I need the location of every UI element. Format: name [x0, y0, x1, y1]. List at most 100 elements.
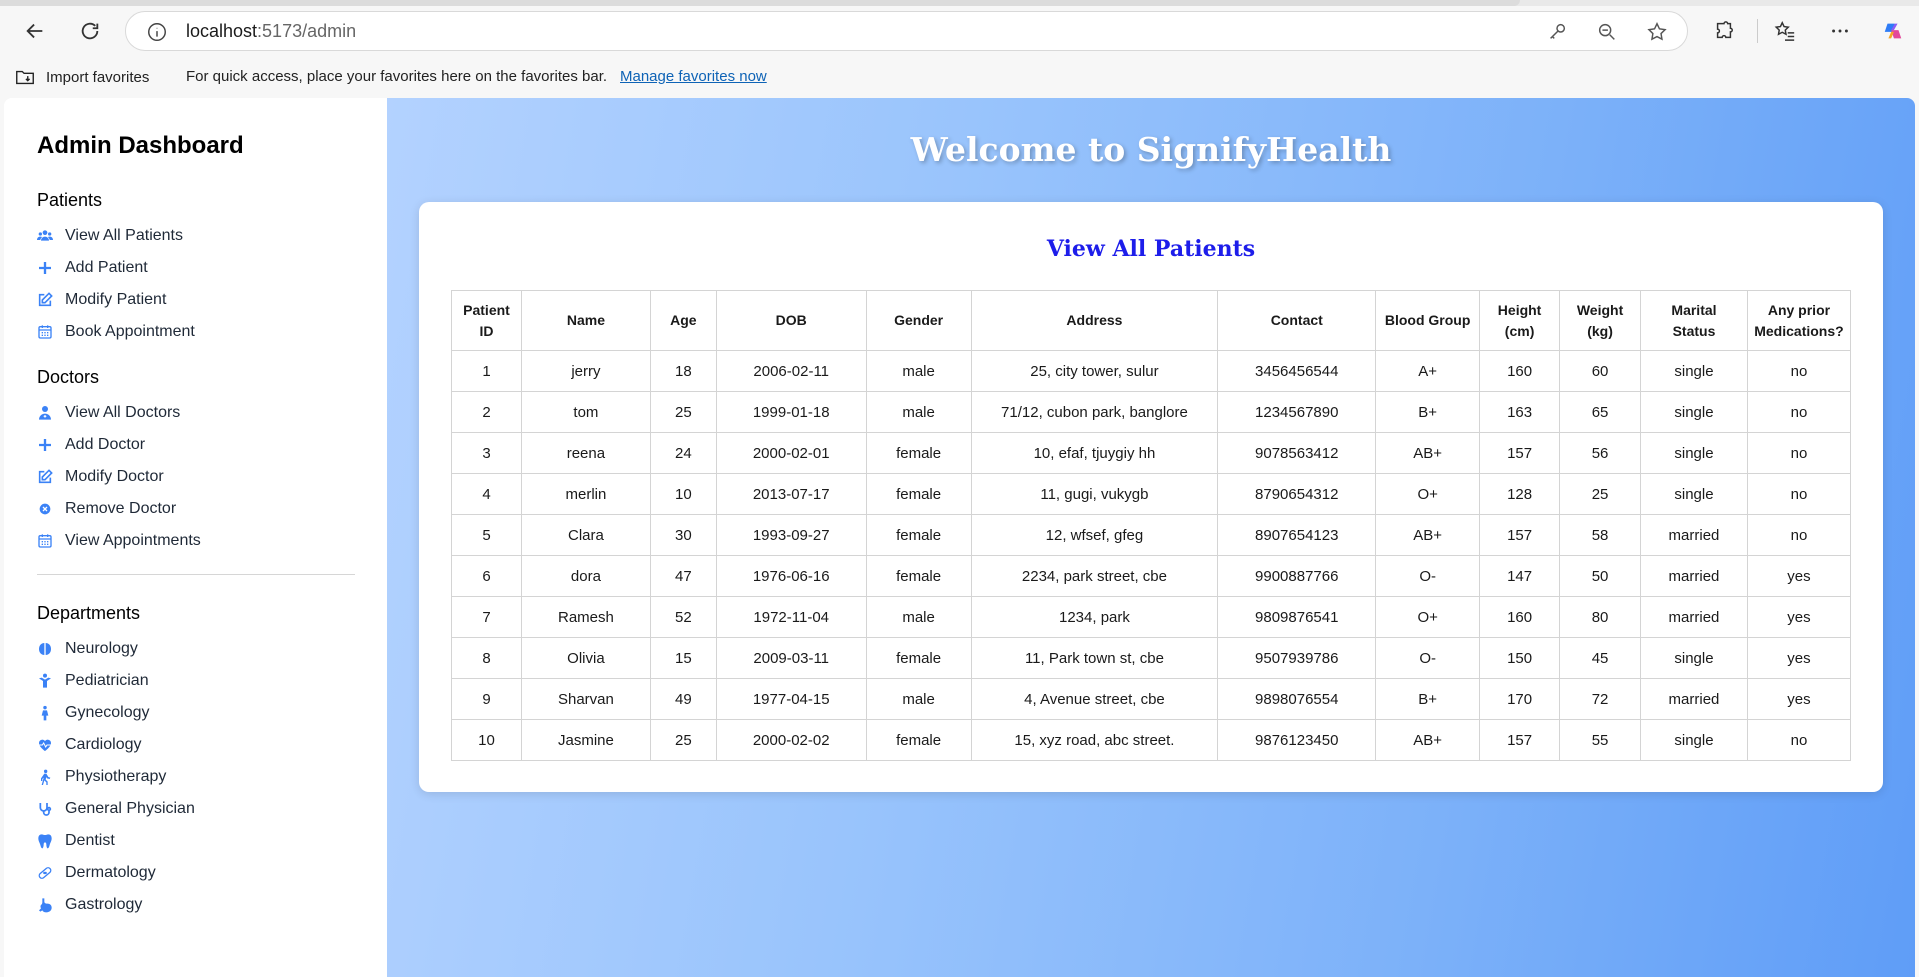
- sidebar-item-cardiology[interactable]: Cardiology: [37, 729, 355, 761]
- sidebar-item-physiotherapy[interactable]: Physiotherapy: [37, 761, 355, 793]
- sidebar-item-book-appointment[interactable]: Book Appointment: [37, 316, 355, 348]
- table-cell: no: [1746, 473, 1852, 515]
- sidebar-item-view-appointments[interactable]: View Appointments: [37, 525, 355, 557]
- more-button[interactable]: [1823, 14, 1857, 48]
- sidebar-item-label: Dentist: [65, 832, 115, 849]
- extensions-button[interactable]: [1707, 14, 1741, 48]
- sidebar-item-neurology[interactable]: Neurology: [37, 633, 355, 665]
- sidebar-item-label: View Appointments: [65, 532, 201, 549]
- zoom-out-icon[interactable]: [1596, 21, 1618, 43]
- stomach-icon: [37, 897, 53, 913]
- table-cell: 160: [1479, 350, 1561, 392]
- table-cell: female: [865, 432, 972, 474]
- edit-icon: [37, 292, 53, 308]
- column-header-text: Name: [566, 312, 605, 328]
- table-cell: female: [865, 514, 972, 556]
- table-cell: female: [865, 473, 972, 515]
- table-cell: 80: [1559, 596, 1642, 638]
- table-cell: 8790654312: [1217, 473, 1377, 515]
- column-header-text: Gender: [894, 312, 944, 328]
- column-header: Age: [649, 290, 717, 351]
- table-cell: 150: [1479, 637, 1561, 679]
- favorites-button[interactable]: [1768, 14, 1802, 48]
- table-body: 1 jerry 18 2006-02-11 male 25, city tower, su…: [451, 350, 1852, 761]
- table-cell: 1234567890: [1217, 391, 1377, 433]
- table-cell: 157: [1479, 514, 1561, 556]
- address-bar[interactable]: localhost:5173/admin: [125, 11, 1688, 51]
- sidebar-item-label: Neurology: [65, 640, 138, 657]
- table-cell: 15, xyz road, abc street.: [970, 719, 1219, 761]
- sidebar-item-dermatology[interactable]: Dermatology: [37, 857, 355, 889]
- import-favorites-button[interactable]: Import favorites: [14, 66, 149, 88]
- table-cell: female: [865, 637, 972, 679]
- column-header: DOB: [715, 290, 867, 351]
- table-row: 6 dora 47 1976-06-16 female 2234, park street…: [451, 555, 1852, 597]
- sidebar-item-general-physician[interactable]: General Physician: [37, 793, 355, 825]
- puzzle-icon: [1716, 21, 1733, 39]
- table-cell: 2013-07-17: [715, 473, 867, 515]
- table-cell: 1972-11-04: [715, 596, 867, 638]
- table-cell: no: [1746, 391, 1852, 433]
- column-header-text: Marital: [1671, 301, 1717, 318]
- table-cell: married: [1640, 596, 1748, 638]
- card-title: View All Patients: [1046, 236, 1256, 262]
- table-cell: 2000-02-02: [715, 719, 867, 761]
- sidebar-item-pediatrician[interactable]: Pediatrician: [37, 665, 355, 697]
- sidebar-item-view-all-patients[interactable]: View All Patients: [37, 220, 355, 252]
- sidebar-item-dentist[interactable]: Dentist: [37, 825, 355, 857]
- table-cell: 1234, park: [970, 596, 1219, 638]
- star-icon[interactable]: [1646, 21, 1668, 43]
- info-icon[interactable]: [146, 21, 168, 43]
- sidebar-item-modify-doctor[interactable]: Modify Doctor: [37, 461, 355, 493]
- sidebar-item-add-doctor[interactable]: Add Doctor: [37, 429, 355, 461]
- sidebar-item-add-patient[interactable]: Add Patient: [37, 252, 355, 284]
- table-cell: 2: [451, 391, 522, 433]
- column-header-text: DOB: [775, 312, 807, 328]
- sidebar-item-label: Cardiology: [65, 736, 142, 753]
- table-row: 5 Clara 30 1993-09-27 female 12, wfsef, gfeg 8…: [451, 514, 1852, 556]
- sidebar-item-remove-doctor[interactable]: Remove Doctor: [37, 493, 355, 525]
- table-cell: female: [865, 555, 972, 597]
- table-cell: 157: [1479, 719, 1561, 761]
- table-cell: 15: [649, 637, 717, 679]
- key-icon[interactable]: [1546, 21, 1568, 43]
- column-header: Any prior Medications?: [1746, 290, 1852, 351]
- table-cell: 8: [451, 637, 522, 679]
- back-button[interactable]: [15, 14, 55, 48]
- sidebar-item-label: Dermatology: [65, 864, 156, 881]
- sidebar-item-modify-patient[interactable]: Modify Patient: [37, 284, 355, 316]
- table-cell: yes: [1746, 637, 1852, 679]
- table-cell: single: [1640, 637, 1748, 679]
- table-cell: 52: [649, 596, 717, 638]
- table-cell: single: [1640, 350, 1748, 392]
- table-cell: reena: [520, 432, 651, 474]
- sidebar-item-gynecology[interactable]: Gynecology: [37, 697, 355, 729]
- favorites-hint: For quick access, place your favorites h…: [186, 68, 608, 85]
- sidebar-item-gastrology[interactable]: Gastrology: [37, 889, 355, 921]
- table-cell: single: [1640, 432, 1748, 474]
- sidebar-item-label: Gynecology: [65, 704, 150, 721]
- doctors-section: Doctors View All Doctors Add Doctor Modi…: [37, 367, 355, 557]
- table-cell: tom: [520, 391, 651, 433]
- remove-circle-icon: [37, 501, 53, 517]
- table-cell: 11, gugi, vukygb: [970, 473, 1219, 515]
- table-cell: single: [1640, 719, 1748, 761]
- column-header: Weight (kg): [1559, 290, 1642, 351]
- refresh-button[interactable]: [70, 14, 110, 48]
- column-header-text: Height: [1497, 301, 1542, 318]
- sidebar-item-view-all-doctors[interactable]: View All Doctors: [37, 397, 355, 429]
- table-cell: A+: [1375, 350, 1481, 392]
- table-cell: no: [1746, 514, 1852, 556]
- ellipsis-icon: [1832, 29, 1848, 33]
- sidebar-item-label: View All Patients: [65, 227, 183, 244]
- manage-favorites-link[interactable]: Manage favorites now: [620, 68, 767, 85]
- copilot-button[interactable]: [1876, 14, 1910, 48]
- woman-icon: [37, 705, 53, 721]
- patients-table: Patient ID Name Age DOB Gender Address Contact B…: [451, 290, 1852, 761]
- url-path: :5173/admin: [257, 21, 357, 41]
- table-row: 2 tom 25 1999-01-18 male 71/12, cubon park, b…: [451, 391, 1852, 433]
- table-cell: 160: [1479, 596, 1561, 638]
- table-cell: married: [1640, 514, 1748, 556]
- section-title-doctors: Doctors: [37, 367, 100, 387]
- table-cell: 56: [1559, 432, 1642, 474]
